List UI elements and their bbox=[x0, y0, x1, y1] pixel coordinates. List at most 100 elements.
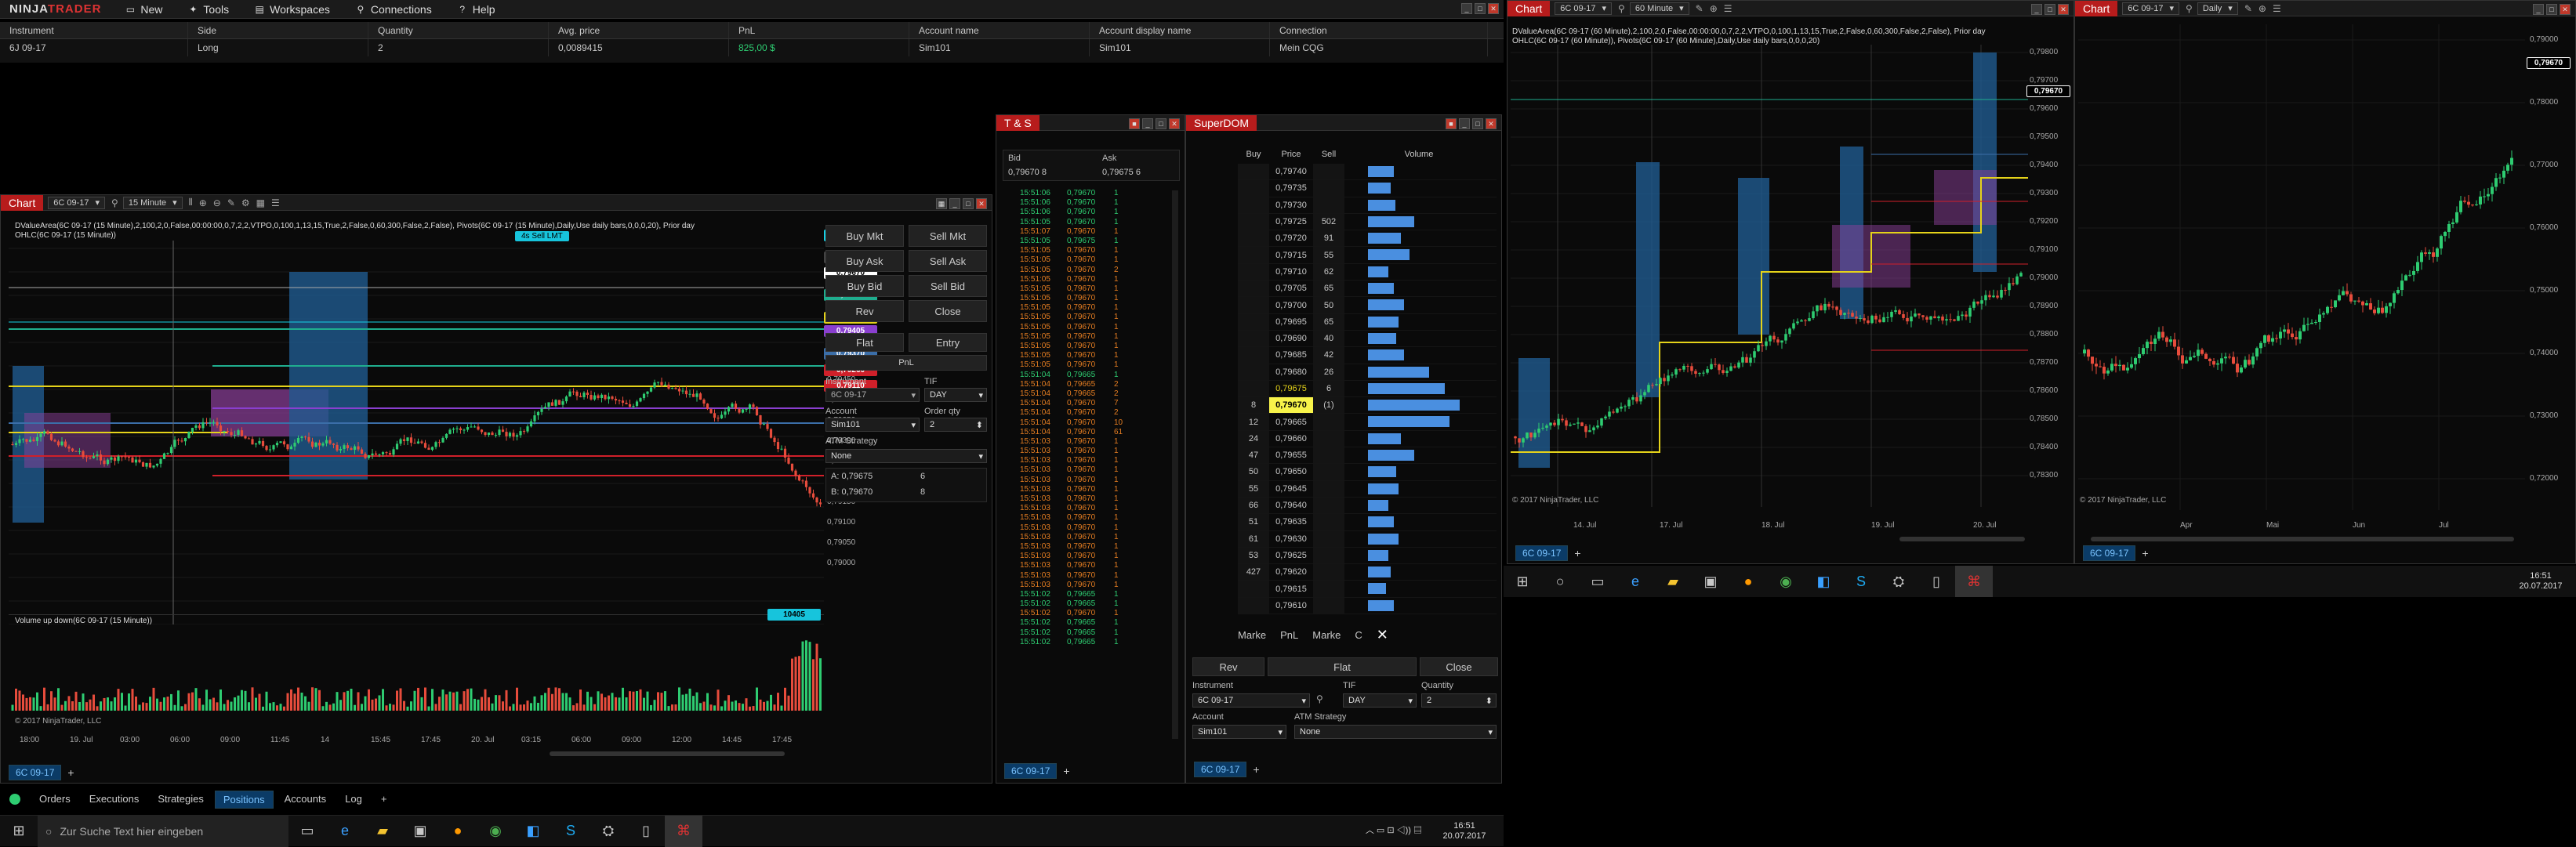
add-tab-button[interactable]: + bbox=[1574, 547, 1580, 559]
buy-cell[interactable] bbox=[1238, 180, 1269, 197]
column-header[interactable]: Quantity bbox=[368, 22, 549, 38]
column-header[interactable]: Account name bbox=[909, 22, 1090, 38]
tab-executions[interactable]: Executions bbox=[82, 791, 147, 809]
sell-cell[interactable] bbox=[1313, 464, 1344, 480]
buy-cell[interactable] bbox=[1238, 347, 1269, 364]
buy-cell[interactable] bbox=[1238, 263, 1269, 281]
close-position-button[interactable]: Close bbox=[1420, 657, 1498, 676]
price-cell[interactable]: 0,79700 bbox=[1269, 297, 1313, 313]
cancel-label[interactable]: C bbox=[1355, 629, 1362, 641]
dom-ladder[interactable]: 0,79740 0,79735 0,79730 0,79725 502 0,79720 91… bbox=[1238, 164, 1497, 618]
buy-cell[interactable] bbox=[1238, 297, 1269, 313]
menu-tools[interactable]: ✦ Tools bbox=[175, 0, 241, 19]
buy-cell[interactable] bbox=[1238, 364, 1269, 380]
buy-cell[interactable] bbox=[1238, 281, 1269, 297]
buy-cell[interactable]: 53 bbox=[1238, 547, 1269, 564]
network-app-icon[interactable]: ⛭ bbox=[1880, 566, 1917, 597]
minimize-button[interactable]: _ bbox=[949, 198, 960, 209]
sell-ask-button[interactable]: Sell Ask bbox=[909, 250, 987, 272]
atm-select[interactable]: None ▾ bbox=[1294, 725, 1497, 739]
bar-type-icon[interactable]: ⫴ bbox=[189, 197, 193, 208]
maximize-button[interactable]: □ bbox=[1472, 118, 1483, 129]
minimize-button[interactable]: _ bbox=[1459, 118, 1470, 129]
buy-cell[interactable]: 47 bbox=[1238, 447, 1269, 464]
interval-selector[interactable]: 15 Minute ▾ bbox=[122, 196, 183, 209]
price-panel[interactable] bbox=[1511, 45, 2028, 507]
dom-row[interactable]: 0,79700 50 bbox=[1238, 297, 1497, 314]
dom-row[interactable]: 12 0,79665 bbox=[1238, 414, 1497, 431]
price-cell[interactable]: 0,79690 bbox=[1269, 331, 1313, 346]
price-cell[interactable]: 0,79640 bbox=[1269, 498, 1313, 513]
drawing-tool-icon[interactable]: ✎ bbox=[2244, 3, 2252, 14]
sell-cell[interactable] bbox=[1313, 180, 1344, 197]
dom-attach-button[interactable]: ■ bbox=[1446, 118, 1457, 129]
drawing-tool-icon[interactable]: ✎ bbox=[1696, 3, 1703, 14]
dom-row[interactable]: 24 0,79660 bbox=[1238, 430, 1497, 448]
properties-icon[interactable]: ☰ bbox=[1724, 3, 1732, 14]
buy-bid-button[interactable]: Buy Bid bbox=[825, 275, 904, 297]
clock[interactable]: 16:51 20.07.2017 bbox=[2505, 571, 2576, 592]
buy-cell[interactable] bbox=[1238, 247, 1269, 263]
tab-orders[interactable]: Orders bbox=[31, 791, 78, 809]
close-button[interactable]: ✕ bbox=[1488, 3, 1499, 14]
sell-cell[interactable] bbox=[1313, 564, 1344, 581]
price-cell[interactable]: 0,79645 bbox=[1269, 481, 1313, 497]
menu-help[interactable]: ? Help bbox=[444, 0, 508, 19]
zoom-in-icon[interactable]: ⊕ bbox=[199, 197, 207, 208]
dom-row[interactable]: 0,79720 91 bbox=[1238, 230, 1497, 248]
sell-cell[interactable]: 65 bbox=[1313, 281, 1344, 297]
system-tray-icons[interactable]: ︿ ▭ ⊡ ◁)) ▤ bbox=[1366, 826, 1425, 836]
column-header[interactable]: PnL bbox=[729, 22, 909, 38]
dom-row[interactable]: 0,79730 bbox=[1238, 197, 1497, 214]
menu-workspaces[interactable]: ▤ Workspaces bbox=[241, 0, 343, 19]
sell-limit-order-badge[interactable]: 4s Sell LMT bbox=[515, 231, 569, 241]
dom-row[interactable]: 0,79610 bbox=[1238, 597, 1497, 615]
dom-row[interactable]: 0,79735 bbox=[1238, 180, 1497, 197]
dom-row[interactable]: 0,79710 62 bbox=[1238, 263, 1497, 281]
maximize-button[interactable]: □ bbox=[963, 198, 974, 209]
maximize-button[interactable]: □ bbox=[2546, 4, 2557, 15]
edge-icon[interactable]: e bbox=[326, 816, 364, 847]
sell-cell[interactable] bbox=[1313, 547, 1344, 564]
flat-button[interactable]: Flat bbox=[1268, 657, 1417, 676]
zoom-out-icon[interactable]: ⊖ bbox=[213, 197, 221, 208]
tab-6c-09-17[interactable]: 6C 09-17 bbox=[1515, 545, 1569, 561]
tab-accounts[interactable]: Accounts bbox=[277, 791, 334, 809]
account-select[interactable]: Sim101 ▾ bbox=[1192, 725, 1286, 739]
time-axis[interactable]: 14. Jul 17. Jul 18. Jul 19. Jul 20. Jul bbox=[1511, 521, 2028, 534]
buy-cell[interactable] bbox=[1238, 581, 1269, 597]
sell-cell[interactable]: 62 bbox=[1313, 263, 1344, 281]
column-header[interactable]: Avg. price bbox=[549, 22, 729, 38]
ninjatrader-icon[interactable]: ⌘ bbox=[665, 815, 702, 847]
zoom-in-icon[interactable]: ⊕ bbox=[2259, 3, 2266, 14]
firefox-icon[interactable]: ● bbox=[1729, 566, 1767, 597]
sell-cell[interactable] bbox=[1313, 530, 1344, 547]
column-header[interactable]: Instrument bbox=[0, 22, 188, 38]
minimize-button[interactable]: _ bbox=[1142, 118, 1153, 129]
sell-cell[interactable] bbox=[1313, 164, 1344, 180]
tif-select[interactable]: DAY ▾ bbox=[924, 388, 987, 402]
tab-log[interactable]: Log bbox=[337, 791, 370, 809]
close-button[interactable]: Close bbox=[909, 300, 987, 322]
buy-cell[interactable] bbox=[1238, 313, 1269, 330]
properties-icon[interactable]: ☰ bbox=[271, 197, 280, 208]
buy-cell[interactable]: 24 bbox=[1238, 430, 1269, 447]
buy-cell[interactable] bbox=[1238, 230, 1269, 247]
add-tab-button[interactable]: + bbox=[1253, 763, 1259, 776]
tab-6c-09-17[interactable]: 6C 09-17 bbox=[2083, 545, 2136, 561]
dom-row[interactable]: 66 0,79640 bbox=[1238, 497, 1497, 515]
search-icon[interactable]: ⚲ bbox=[1316, 693, 1323, 704]
buy-cell[interactable]: 50 bbox=[1238, 464, 1269, 480]
time-axis[interactable]: 18:00 19. Jul 03:00 06:00 09:00 11:45 14 15:45 1… bbox=[9, 736, 824, 748]
close-button[interactable]: ✕ bbox=[1486, 118, 1497, 129]
buy-cell[interactable] bbox=[1238, 330, 1269, 347]
ninjatrader-icon[interactable]: ⌘ bbox=[1955, 566, 1993, 597]
dom-row[interactable]: 53 0,79625 bbox=[1238, 547, 1497, 565]
price-cell[interactable]: 0,79625 bbox=[1269, 548, 1313, 563]
buy-cell[interactable]: 8 bbox=[1238, 397, 1269, 414]
sell-cell[interactable]: 502 bbox=[1313, 213, 1344, 230]
price-cell[interactable]: 0,79680 bbox=[1269, 364, 1313, 380]
dom-row[interactable]: 50 0,79650 bbox=[1238, 464, 1497, 481]
menu-new[interactable]: ▭ New bbox=[112, 0, 175, 19]
instrument-selector[interactable]: 6C 09-17 ▾ bbox=[1555, 2, 1613, 15]
